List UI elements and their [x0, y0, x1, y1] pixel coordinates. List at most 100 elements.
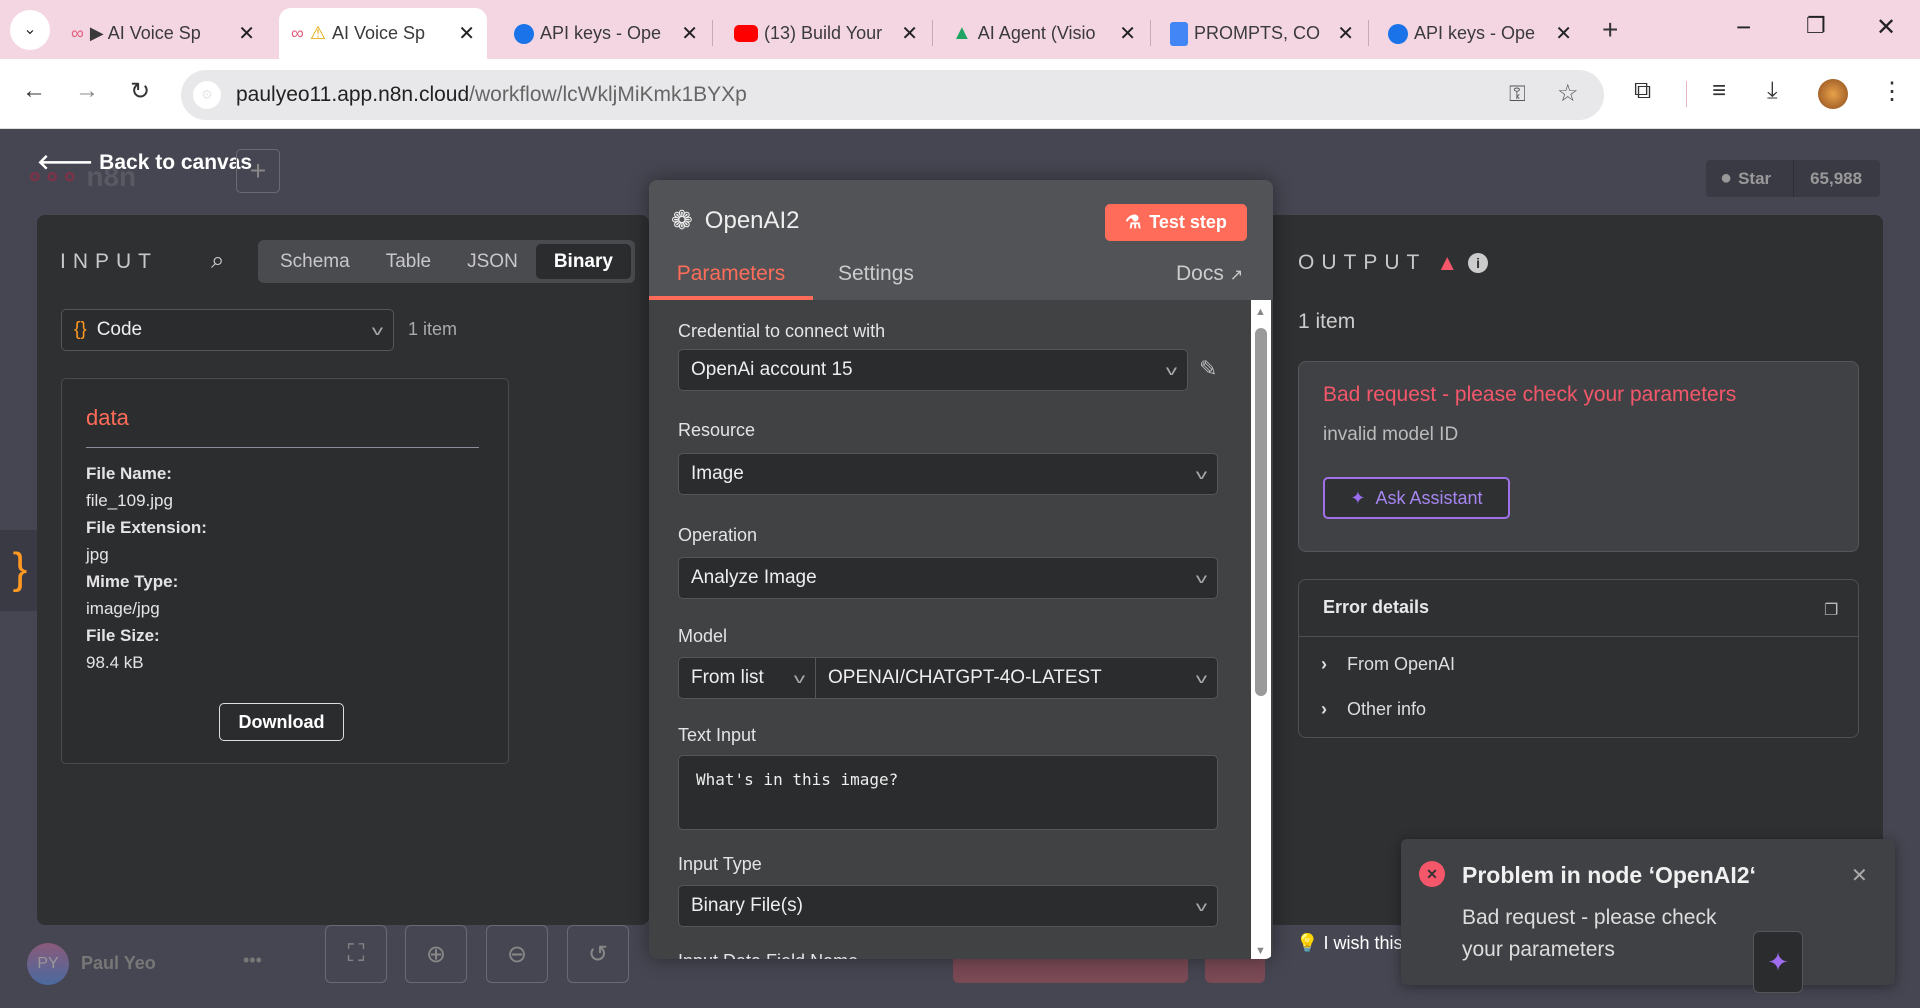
close-tab-icon[interactable]: ✕: [1555, 21, 1572, 46]
address-bar[interactable]: ⚙ paulyeo11.app.n8n.cloud/workflow/lcWkl…: [181, 70, 1604, 120]
password-key-icon[interactable]: ⚿: [1509, 81, 1526, 107]
zoom-in-button[interactable]: ⊕: [405, 925, 467, 983]
scrollbar[interactable]: ▲ ▼: [1251, 300, 1271, 959]
zoom-to-fit-button[interactable]: ⛶: [325, 925, 387, 983]
star-count: 65,988: [1793, 160, 1862, 197]
browser-tab[interactable]: API keys - Ope ✕: [1376, 8, 1584, 59]
info-icon[interactable]: i: [1468, 253, 1489, 273]
model-label: Model: [678, 626, 728, 646]
field-label: File Size:: [86, 626, 160, 645]
input-node-select[interactable]: {} Code v: [61, 309, 394, 351]
zoom-out-icon: ⊖: [506, 940, 528, 968]
resource-select[interactable]: Image v: [678, 453, 1218, 495]
extensions-icon[interactable]: ⧉: [1634, 77, 1651, 105]
view-schema[interactable]: Schema: [262, 244, 368, 279]
site-info-icon[interactable]: ⚙: [193, 81, 221, 109]
github-star-button[interactable]: ● Star 65,988: [1706, 160, 1880, 197]
close-tab-icon[interactable]: ✕: [901, 21, 918, 46]
text-input-field[interactable]: What's in this image?: [678, 755, 1218, 830]
copy-icon[interactable]: ❐: [1824, 600, 1838, 620]
bookmark-star-icon[interactable]: ☆: [1557, 79, 1579, 108]
detail-from-openai[interactable]: › From OpenAI: [1321, 654, 1455, 675]
tab-title: PROMPTS, CO: [1194, 23, 1321, 43]
google-drive-icon: ▲: [952, 22, 972, 44]
browser-tab-bar: ⌄ ∞ ▶ AI Voice Sp ✕ ∞ ⚠ AI Voice Sp ✕ API key…: [0, 0, 1920, 59]
code-node-icon: }: [0, 530, 40, 611]
field-value: jpg: [86, 545, 109, 564]
browser-tab[interactable]: PROMPTS, CO ✕: [1158, 8, 1366, 59]
new-tab-button[interactable]: +: [1602, 14, 1618, 46]
zoom-out-button[interactable]: ⊖: [486, 925, 548, 983]
ask-assistant-button[interactable]: ✦ Ask Assistant: [1323, 477, 1510, 519]
execute-workflow-button[interactable]: [953, 955, 1188, 983]
field-label: File Extension:: [86, 518, 207, 537]
close-window-button[interactable]: ✕: [1876, 13, 1896, 42]
close-tab-icon[interactable]: ✕: [238, 21, 255, 46]
minimize-button[interactable]: −: [1736, 12, 1751, 43]
tab-parameters[interactable]: Parameters: [649, 262, 813, 300]
search-icon[interactable]: ⌕: [211, 247, 224, 275]
credential-select[interactable]: OpenAi account 15 v: [678, 349, 1188, 391]
restore-button[interactable]: ❐: [1806, 13, 1826, 39]
detail-other-info[interactable]: › Other info: [1321, 699, 1426, 720]
test-step-button[interactable]: ⚗ Test step: [1105, 204, 1247, 241]
n8n-icon: ∞: [291, 23, 304, 43]
assistant-button[interactable]: ✦: [1753, 931, 1803, 993]
tab-search-button[interactable]: ⌄: [10, 10, 50, 50]
close-tab-icon[interactable]: ✕: [1337, 21, 1354, 46]
back-icon[interactable]: ←: [22, 77, 46, 105]
browser-tab[interactable]: (13) Build Your ✕: [722, 8, 930, 59]
error-toast: ✕ Problem in node ‘OpenAI2‘ Bad request …: [1401, 839, 1895, 993]
error-circle-icon: ✕: [1419, 861, 1445, 887]
feedback-prompt[interactable]: 💡 I wish this: [1296, 933, 1402, 954]
tab-settings[interactable]: Settings: [838, 262, 914, 286]
error-details: Error details ❐ › From OpenAI › Other info: [1298, 579, 1859, 738]
tab-title: (13) Build Your: [764, 23, 883, 43]
delete-execution-button[interactable]: [1205, 955, 1265, 983]
media-control-icon[interactable]: ≡: [1712, 77, 1726, 105]
browser-tab[interactable]: ∞ ▶ AI Voice Sp ✕: [59, 8, 267, 59]
back-to-canvas-button[interactable]: 🡐 Back to canvas: [37, 150, 252, 175]
warning-icon: ⚠: [309, 23, 326, 43]
forward-icon[interactable]: →: [75, 77, 99, 105]
close-tab-icon[interactable]: ✕: [458, 21, 475, 46]
openai-icon: [1388, 23, 1408, 44]
text-input-label: Text Input: [678, 725, 757, 745]
error-details-title: Error details: [1323, 597, 1430, 617]
download-button[interactable]: Download: [219, 703, 344, 741]
credential-label: Credential to connect with: [678, 321, 886, 341]
download-icon[interactable]: ⤓: [1767, 77, 1778, 105]
browser-tab[interactable]: ▲ AI Agent (Visio ✕: [940, 8, 1148, 59]
input-title: INPUT: [60, 250, 158, 273]
reload-icon[interactable]: ↻: [130, 77, 150, 106]
add-node-button[interactable]: +: [236, 149, 280, 193]
view-binary[interactable]: Binary: [535, 244, 631, 279]
input-type-select[interactable]: Binary File(s) v: [678, 885, 1218, 927]
field-value: 98.4 kB: [86, 653, 144, 672]
model-mode-select[interactable]: From list v: [678, 657, 816, 699]
chevron-right-icon: ›: [1321, 699, 1327, 719]
close-tab-icon[interactable]: ✕: [1119, 21, 1136, 46]
reset-zoom-button[interactable]: ↺: [567, 925, 629, 983]
node-name[interactable]: OpenAI2: [705, 207, 800, 235]
close-tab-icon[interactable]: ✕: [681, 21, 698, 46]
model-select[interactable]: OPENAI/CHATGPT-4O-LATEST v: [815, 657, 1218, 699]
operation-select[interactable]: Analyze Image v: [678, 557, 1218, 599]
chevron-down-icon: v: [1195, 466, 1208, 482]
view-json[interactable]: JSON: [449, 244, 536, 279]
user-menu-icon[interactable]: •••: [243, 950, 262, 971]
openai-icon: ❁: [671, 205, 693, 235]
user-avatar[interactable]: PY: [27, 943, 69, 985]
docs-link[interactable]: Docs ↗: [1176, 262, 1243, 286]
openai-icon: [514, 23, 534, 44]
view-switcher: Schema Table JSON Binary: [258, 240, 635, 283]
browser-tab-active[interactable]: ∞ ⚠ AI Voice Sp ✕: [279, 8, 487, 59]
resource-label: Resource: [678, 420, 756, 440]
browser-tab[interactable]: API keys - Ope ✕: [502, 8, 710, 59]
view-table[interactable]: Table: [368, 244, 449, 279]
edit-credential-icon[interactable]: ✎: [1199, 356, 1217, 382]
browser-menu-icon[interactable]: ⋮: [1880, 77, 1904, 106]
chevron-down-icon: v: [793, 670, 806, 686]
close-toast-icon[interactable]: ✕: [1851, 863, 1868, 888]
profile-avatar[interactable]: [1818, 79, 1848, 109]
